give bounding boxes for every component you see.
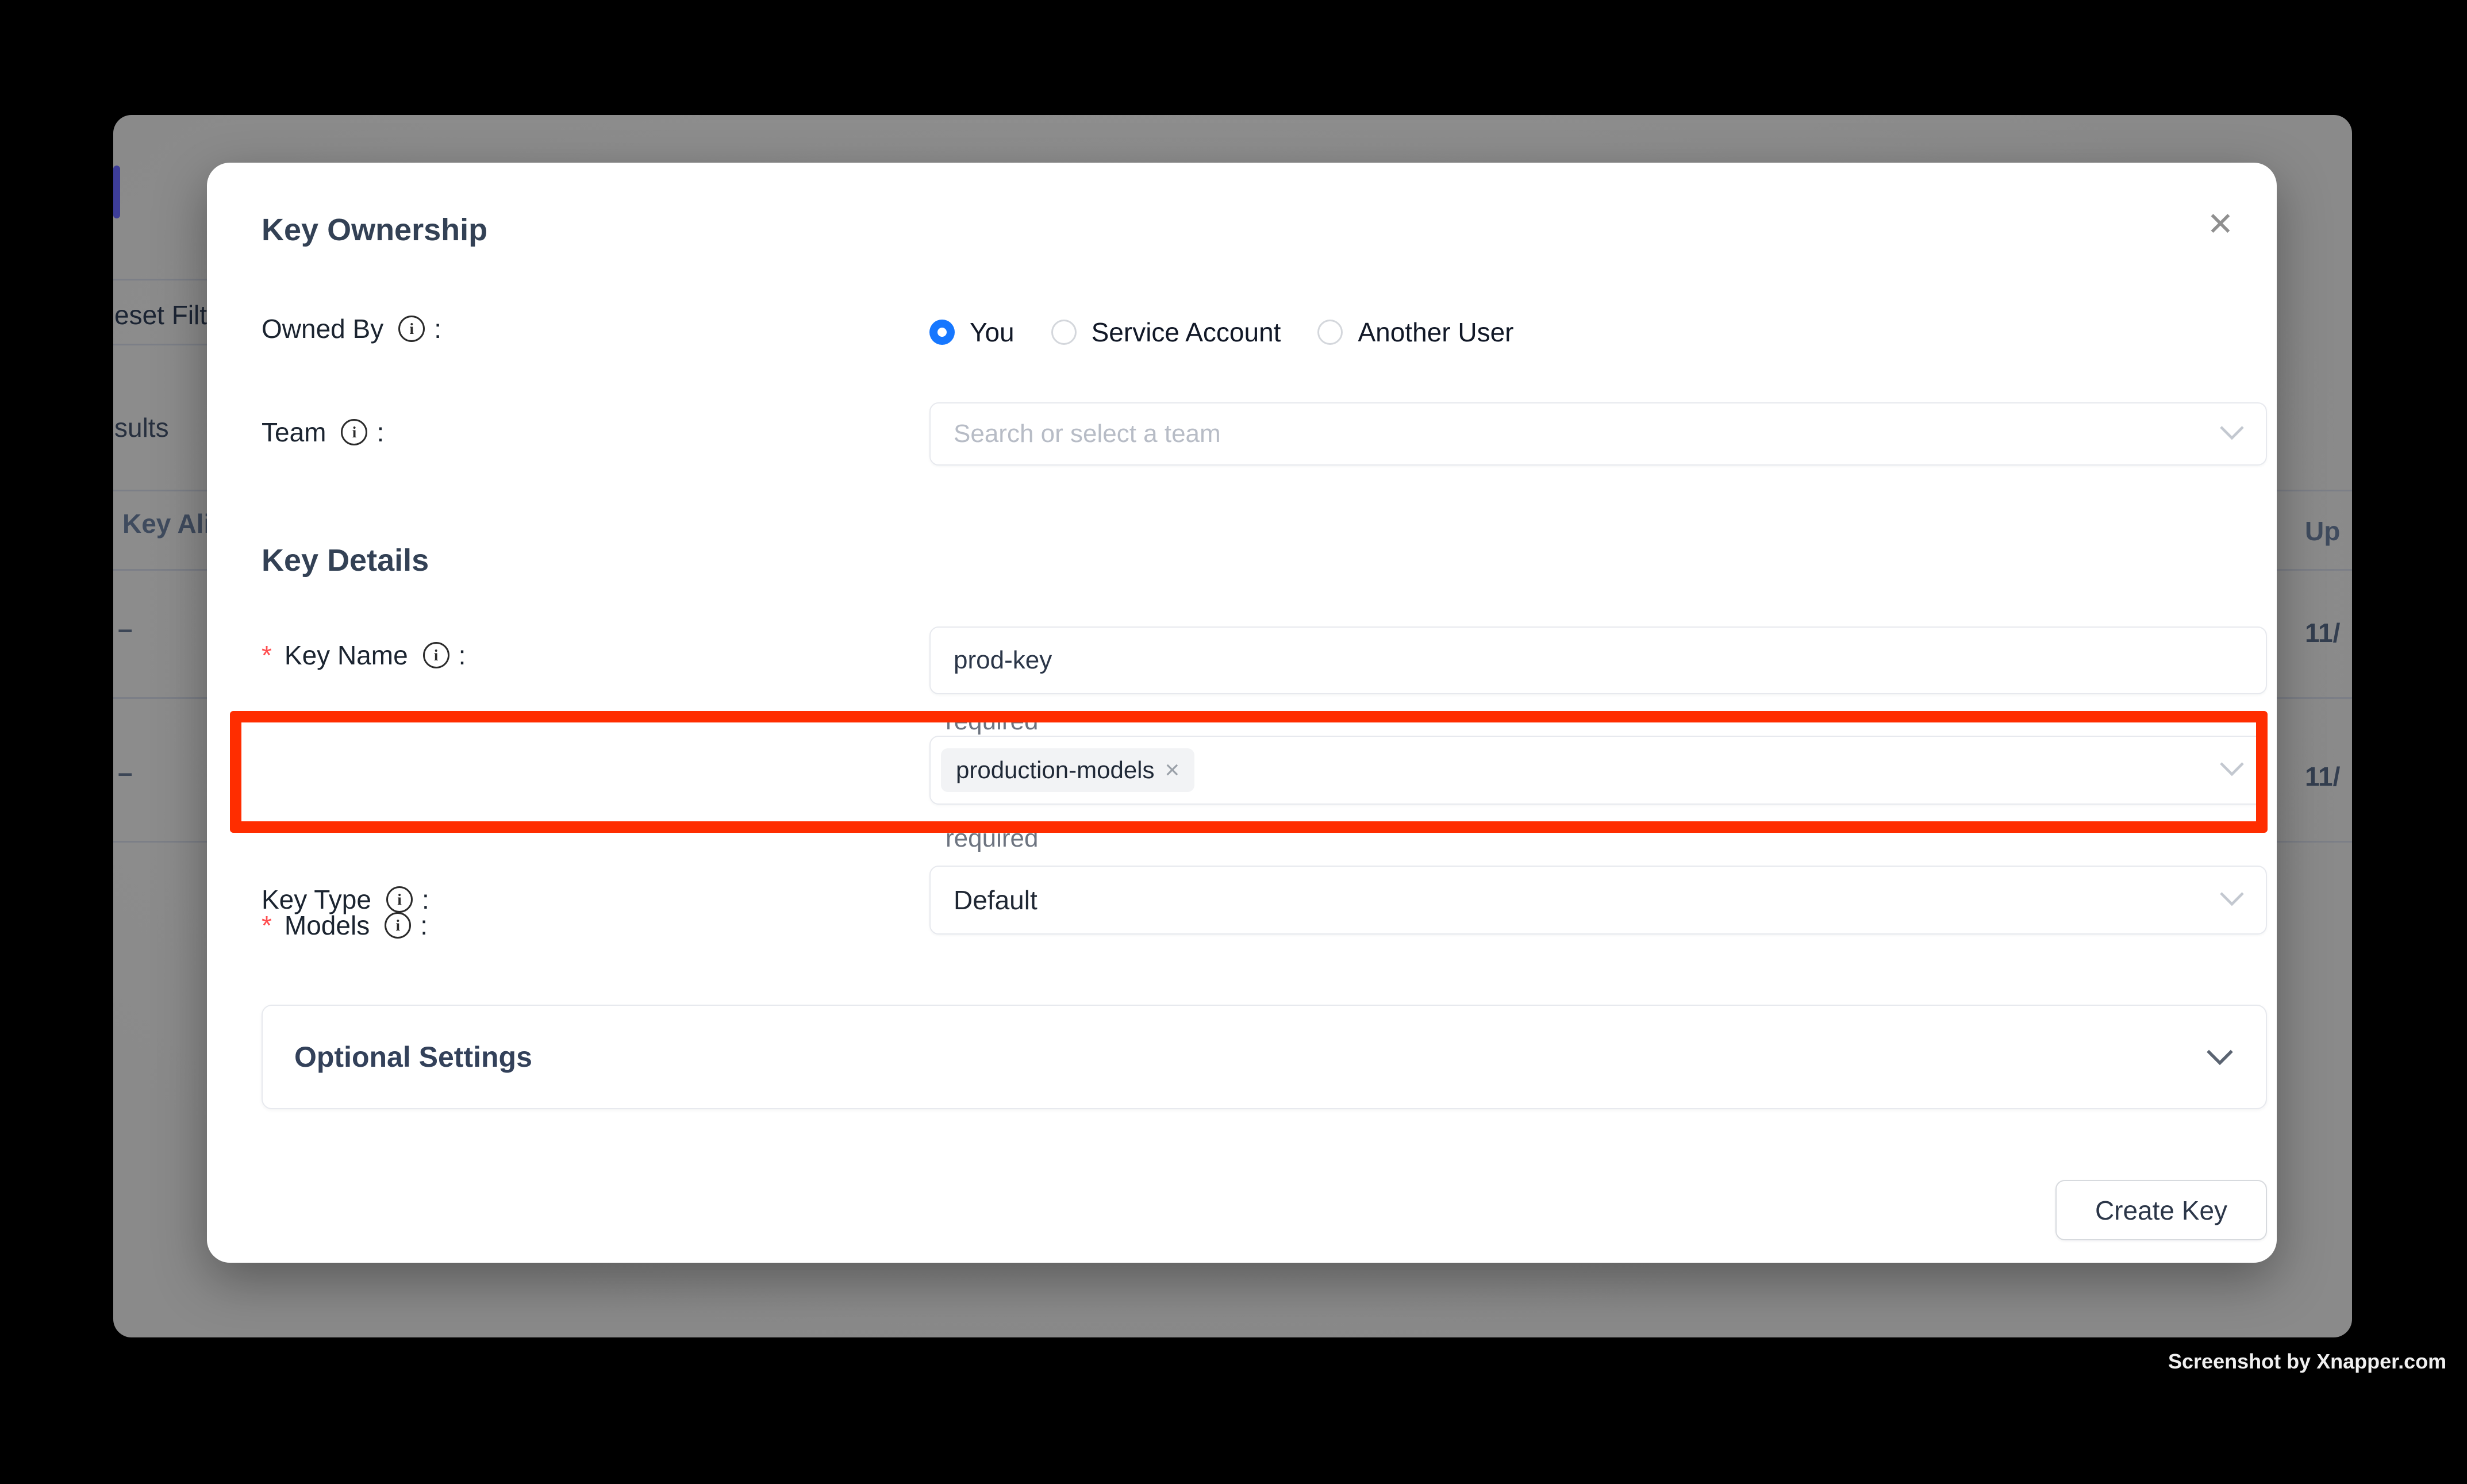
radio-another-user[interactable]: Another User [1317, 317, 1513, 348]
team-select-placeholder: Search or select a team [954, 420, 1221, 448]
key-name-label-text: Key Name [285, 640, 408, 671]
key-type-label-text: Key Type [262, 884, 371, 915]
owned-by-label: Owned By i : [262, 313, 441, 344]
radio-you-label: You [970, 317, 1015, 348]
models-required-error: required [946, 824, 1038, 853]
chevron-down-icon [2205, 1048, 2234, 1066]
owned-by-label-text: Owned By [262, 313, 383, 344]
clipped-blue-button[interactable] [113, 166, 120, 218]
radio-unselected-icon[interactable] [1051, 320, 1077, 345]
key-name-label: * Key Name i : [262, 640, 466, 671]
watermark-text: Screenshot by Xnapper.com [2168, 1350, 2446, 1374]
table-row: – [118, 757, 133, 788]
colon: : [434, 313, 441, 344]
team-label: Team i : [262, 417, 384, 448]
reset-filters-button-partial[interactable]: eset Filt [114, 299, 207, 330]
create-key-button[interactable]: Create Key [2055, 1180, 2267, 1240]
owned-by-radio-group: You Service Account Another User [929, 306, 1550, 358]
radio-service-account-label: Service Account [1092, 317, 1281, 348]
info-icon[interactable]: i [386, 886, 413, 913]
models-select[interactable]: production-models × [929, 736, 2267, 805]
optional-settings-panel[interactable]: Optional Settings [262, 1005, 2267, 1109]
team-label-text: Team [262, 417, 326, 448]
key-type-select[interactable]: Default [929, 866, 2267, 935]
radio-service-account[interactable]: Service Account [1051, 317, 1281, 348]
chevron-down-icon [2219, 890, 2245, 910]
chevron-down-icon [2219, 424, 2245, 444]
table-row: 11/ [2305, 617, 2340, 648]
remove-tag-icon[interactable]: × [1165, 758, 1180, 783]
colon: : [422, 884, 429, 915]
team-select[interactable]: Search or select a team [929, 402, 2267, 466]
colon: : [376, 417, 384, 448]
key-type-label: Key Type i : [262, 884, 429, 915]
close-icon[interactable]: ✕ [2195, 198, 2246, 250]
screenshot-canvas: eset Filt sults Key Alia Up – 11/ – 11/ … [0, 0, 2467, 1484]
radio-selected-icon[interactable] [929, 320, 955, 345]
info-icon[interactable]: i [385, 912, 411, 939]
table-row: 11/ [2305, 761, 2340, 792]
radio-unselected-icon[interactable] [1317, 320, 1343, 345]
divider [113, 344, 211, 345]
create-key-modal: ✕ Key Ownership Owned By i : You Service… [207, 163, 2277, 1263]
table-row: – [118, 613, 133, 644]
key-name-required-error: required [946, 707, 1038, 736]
section-title-key-ownership: Key Ownership [262, 212, 487, 248]
info-icon[interactable]: i [398, 316, 425, 342]
info-icon[interactable]: i [341, 419, 367, 445]
radio-you[interactable]: You [929, 317, 1015, 348]
key-name-input[interactable] [929, 626, 2267, 694]
selected-model-tag: production-models × [941, 748, 1194, 792]
radio-another-user-label: Another User [1358, 317, 1513, 348]
results-count-partial: sults [114, 412, 169, 443]
required-asterisk: * [262, 640, 272, 671]
selected-model-tag-text: production-models [956, 756, 1155, 784]
info-icon[interactable]: i [423, 642, 449, 668]
key-type-selected-value: Default [954, 885, 1037, 916]
chevron-down-icon [2219, 760, 2245, 781]
colon: : [459, 640, 466, 671]
section-title-key-details: Key Details [262, 543, 429, 578]
optional-settings-title: Optional Settings [294, 1040, 2205, 1074]
divider [113, 279, 211, 280]
updated-column-header: Up [2305, 516, 2340, 547]
